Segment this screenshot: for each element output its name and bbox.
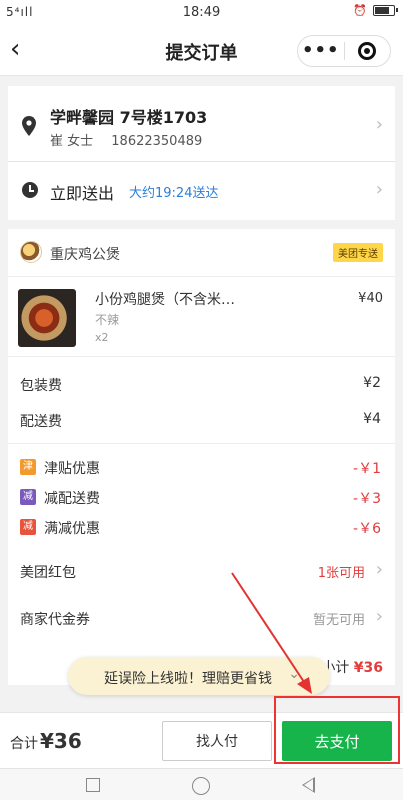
item-price: ¥40 bbox=[358, 291, 383, 306]
total-label: 合计 bbox=[10, 736, 38, 752]
fee-row-packaging: 包装费 ¥2 bbox=[8, 365, 395, 403]
chevron-right-icon: › bbox=[375, 114, 383, 135]
total-value: ¥36 bbox=[40, 729, 82, 753]
discount-label: 津贴优惠 bbox=[44, 461, 100, 477]
location-pin-icon bbox=[22, 116, 36, 136]
status-time: 18:49 bbox=[182, 5, 221, 20]
delay-insurance-toast[interactable]: 延误险上线啦！理赔更省钱 ⌄ bbox=[68, 657, 330, 695]
discount-tag: 津 bbox=[20, 459, 36, 475]
system-nav-bar bbox=[0, 768, 403, 800]
discount-tag: 减 bbox=[20, 519, 36, 535]
contact-name: 崔 女士 bbox=[50, 134, 94, 149]
fee-label: 配送费 bbox=[20, 414, 62, 430]
fee-row-delivery: 配送费 ¥4 bbox=[8, 401, 395, 439]
option-label: 美团红包 bbox=[20, 565, 76, 581]
alarm-icon: ⏰ bbox=[353, 4, 367, 17]
home-icon[interactable] bbox=[192, 777, 210, 795]
discount-row: 减 满减优惠 -￥6 bbox=[8, 509, 395, 547]
back-triangle-icon[interactable] bbox=[302, 777, 315, 793]
shop-name: 重庆鸡公煲 bbox=[50, 247, 120, 263]
fee-value: ¥4 bbox=[363, 411, 381, 427]
divider bbox=[8, 443, 395, 444]
option-value: 1张可用 bbox=[317, 566, 365, 581]
item-spec: 不辣 bbox=[95, 313, 120, 327]
item-qty: x2 bbox=[95, 331, 109, 344]
shop-logo bbox=[20, 241, 42, 263]
address-row[interactable]: 学畔馨园 7号楼1703 崔 女士 18622350489 › bbox=[8, 86, 395, 162]
ask-friend-pay-button[interactable]: 找人付 bbox=[162, 721, 272, 761]
contact-info: 崔 女士 18622350489 bbox=[50, 130, 216, 149]
order-card: 重庆鸡公煲 美团专送 小份鸡腿煲（不含米… 不辣 x2 ¥40 包装费 ¥2 配… bbox=[8, 229, 395, 649]
chevron-right-icon: › bbox=[375, 606, 383, 627]
target-icon bbox=[358, 42, 377, 60]
battery-fill bbox=[375, 7, 390, 14]
delivery-eta: 大约19:24送达 bbox=[129, 186, 219, 201]
chevron-down-icon: ⌄ bbox=[288, 666, 300, 682]
discount-value: -￥6 bbox=[353, 521, 381, 537]
red-packet-row[interactable]: 美团红包 1张可用 › bbox=[8, 552, 395, 590]
delivery-label: 立即送出 bbox=[50, 184, 115, 203]
discount-tag: 减 bbox=[20, 489, 36, 505]
option-value: 暂无可用 bbox=[312, 613, 365, 628]
delivery-badge: 美团专送 bbox=[333, 243, 383, 262]
clock-icon bbox=[22, 182, 38, 198]
close-miniprogram-button[interactable] bbox=[344, 42, 390, 60]
chevron-right-icon: › bbox=[375, 179, 383, 200]
voucher-row[interactable]: 商家代金券 暂无可用 › bbox=[8, 599, 395, 637]
shop-row: 重庆鸡公煲 美团专送 bbox=[8, 229, 395, 277]
item-name: 小份鸡腿煲（不含米… bbox=[95, 292, 235, 308]
fee-value: ¥2 bbox=[363, 375, 381, 391]
toast-text: 延误险上线啦！理赔更省钱 bbox=[104, 671, 272, 687]
discount-value: -￥1 bbox=[353, 461, 381, 477]
option-label: 商家代金券 bbox=[20, 612, 90, 628]
annotation-highlight-box bbox=[274, 696, 400, 764]
subtotal: 小计 ¥36 bbox=[321, 657, 383, 677]
miniprogram-capsule: ••• bbox=[297, 35, 391, 67]
item-image bbox=[18, 289, 76, 347]
discount-label: 减配送费 bbox=[44, 491, 100, 507]
total: 合计 ¥36 bbox=[10, 729, 82, 753]
address-card: 学畔馨园 7号楼1703 崔 女士 18622350489 › 立即送出 大约1… bbox=[8, 86, 395, 220]
order-item: 小份鸡腿煲（不含米… 不辣 x2 ¥40 bbox=[8, 277, 395, 357]
chevron-right-icon: › bbox=[375, 559, 383, 580]
discount-value: -￥3 bbox=[353, 491, 381, 507]
delivery-time-row[interactable]: 立即送出 大约19:24送达 › bbox=[8, 162, 395, 220]
status-bar: 5⁴ıll 18:49 ⏰ bbox=[0, 0, 403, 26]
subtotal-value: ¥36 bbox=[353, 660, 383, 676]
nav-bar: ‹ 提交订单 ••• bbox=[0, 26, 403, 76]
battery-icon bbox=[373, 5, 398, 16]
recent-apps-icon[interactable] bbox=[86, 778, 100, 792]
fee-label: 包装费 bbox=[20, 378, 62, 394]
contact-phone: 18622350489 bbox=[111, 134, 203, 149]
address-text: 学畔馨园 7号楼1703 bbox=[50, 108, 208, 127]
more-icon[interactable]: ••• bbox=[298, 42, 344, 60]
discount-label: 满减优惠 bbox=[44, 521, 100, 537]
